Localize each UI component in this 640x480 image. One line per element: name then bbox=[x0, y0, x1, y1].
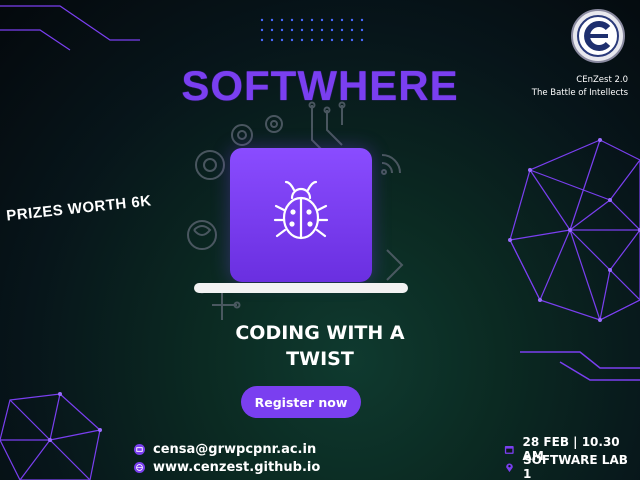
event-subtitle: CODING WITH A TWIST bbox=[0, 320, 640, 372]
bug-icon bbox=[273, 180, 329, 240]
logo-icon bbox=[571, 9, 625, 63]
calendar-icon bbox=[504, 445, 514, 454]
laptop-base bbox=[194, 283, 408, 293]
email-row: censa@grwpcpnr.ac.in bbox=[134, 440, 320, 458]
email-icon bbox=[134, 443, 145, 455]
register-button[interactable]: Register now bbox=[241, 386, 361, 418]
brain-icon bbox=[187, 220, 217, 250]
top-left-line-decoration bbox=[0, 5, 140, 51]
contact-info: censa@grwpcpnr.ac.in www.cenzest.github.… bbox=[134, 440, 320, 476]
event-poster: SOFTWHERE CEnZest 2.0 The Battle of Inte… bbox=[0, 0, 640, 480]
website-text[interactable]: www.cenzest.github.io bbox=[153, 460, 320, 475]
venue-row: SOFTWARE LAB 1 bbox=[504, 453, 640, 480]
org-name: CEnZest 2.0 bbox=[576, 75, 628, 85]
email-text[interactable]: censa@grwpcpnr.ac.in bbox=[153, 442, 316, 457]
subtitle-line-2: TWIST bbox=[286, 348, 354, 370]
subtitle-line-1: CODING WITH A bbox=[235, 322, 405, 344]
venue-text: SOFTWARE LAB 1 bbox=[522, 453, 628, 480]
wireframe-sphere-left bbox=[0, 392, 102, 480]
wireframe-sphere-right bbox=[508, 138, 640, 322]
dot-grid-decoration bbox=[260, 18, 364, 42]
prizes-text: PRIZES WORTH 6K bbox=[5, 192, 153, 225]
globe-icon bbox=[134, 461, 145, 473]
location-icon bbox=[506, 462, 513, 472]
wifi-icon bbox=[381, 154, 401, 175]
website-row: www.cenzest.github.io bbox=[134, 458, 320, 476]
org-tagline-block: CEnZest 2.0 The Battle of Intellects bbox=[508, 74, 628, 100]
event-details: 28 FEB | 10.30 AM SOFTWARE LAB 1 bbox=[504, 435, 640, 480]
org-tagline: The Battle of Intellects bbox=[531, 88, 628, 98]
